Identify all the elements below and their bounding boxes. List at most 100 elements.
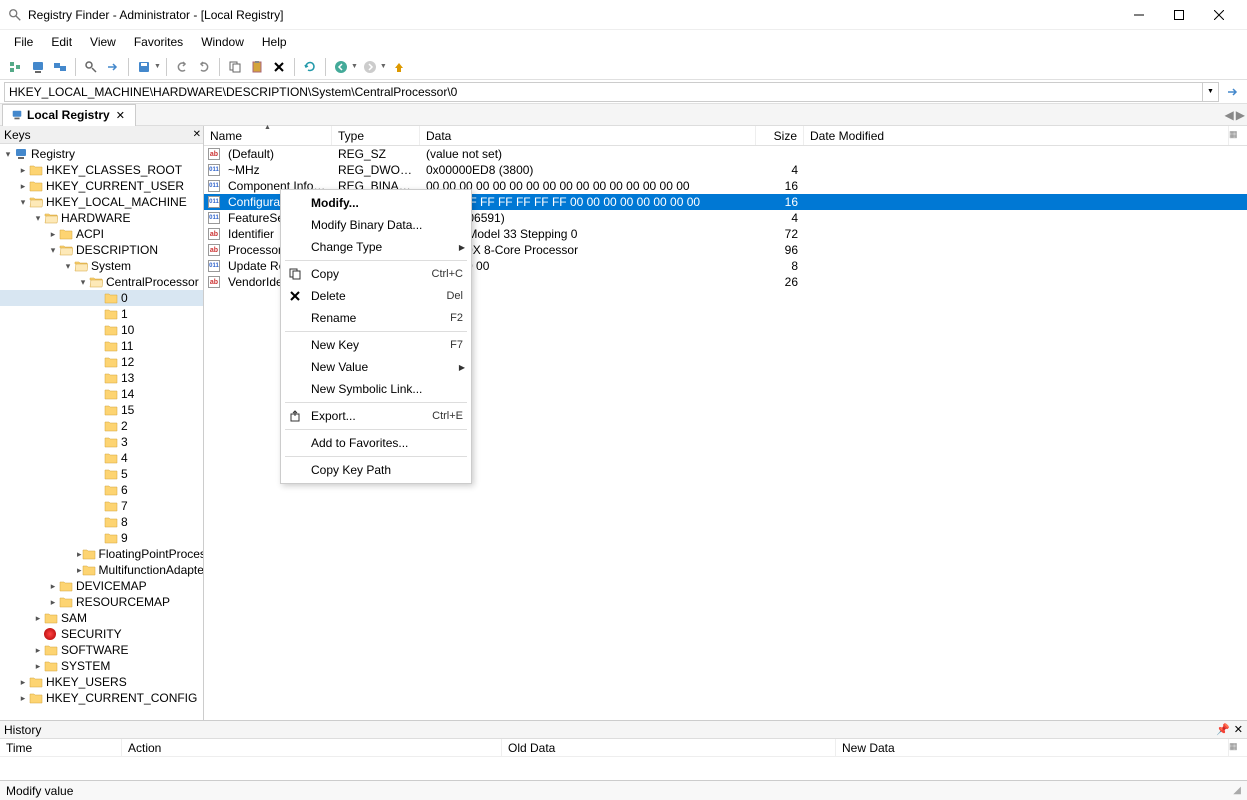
tree-node[interactable]: 12 — [0, 354, 203, 370]
chevron-icon[interactable]: ▸ — [32, 645, 44, 656]
tree-node-root[interactable]: ▾Registry — [0, 146, 203, 162]
menu-window[interactable]: Window — [193, 33, 252, 51]
tree-node[interactable]: ▸HKEY_USERS — [0, 674, 203, 690]
close-button[interactable] — [1199, 1, 1239, 29]
menu-item[interactable]: Modify... — [281, 192, 471, 214]
tree-node[interactable]: 13 — [0, 370, 203, 386]
tool-local-icon[interactable] — [28, 57, 48, 77]
col-data[interactable]: Data — [420, 126, 756, 145]
tree-node[interactable]: 4 — [0, 450, 203, 466]
resize-grip-icon[interactable]: ◢ — [1233, 785, 1241, 796]
tree-node[interactable]: 2 — [0, 418, 203, 434]
tree-node[interactable]: 9 — [0, 530, 203, 546]
menu-item[interactable]: New Value▶ — [281, 356, 471, 378]
tree-node[interactable]: ▸SYSTEM — [0, 658, 203, 674]
chevron-icon[interactable]: ▾ — [47, 245, 59, 256]
tool-paste-icon[interactable] — [247, 57, 267, 77]
col-type[interactable]: Type — [332, 126, 420, 145]
tab-close-icon[interactable]: ✕ — [114, 109, 127, 122]
chevron-icon[interactable]: ▸ — [47, 229, 59, 240]
menu-item[interactable]: Copy Key Path — [281, 459, 471, 481]
chevron-icon[interactable]: ▾ — [17, 197, 29, 208]
tool-find-icon[interactable] — [81, 57, 101, 77]
tree-node[interactable]: 3 — [0, 434, 203, 450]
registry-tree[interactable]: ▾Registry▸HKEY_CLASSES_ROOT▸HKEY_CURRENT… — [0, 144, 203, 720]
tool-undo-icon[interactable] — [172, 57, 192, 77]
tool-copy-icon[interactable] — [225, 57, 245, 77]
menu-item[interactable]: Add to Favorites... — [281, 432, 471, 454]
tool-refresh-icon[interactable] — [300, 57, 320, 77]
tree-node[interactable]: ▸HKEY_CLASSES_ROOT — [0, 162, 203, 178]
address-input[interactable] — [4, 82, 1203, 102]
chevron-icon[interactable]: ▸ — [32, 661, 44, 672]
history-view-toggle-icon[interactable]: ▦ — [1229, 741, 1243, 755]
value-row[interactable]: 011~MHzREG_DWORD0x00000ED8 (3800)4 — [204, 162, 1247, 178]
tree-node[interactable]: SECURITY — [0, 626, 203, 642]
tool-goto-icon[interactable] — [103, 57, 123, 77]
tree-node[interactable]: ▾DESCRIPTION — [0, 242, 203, 258]
tree-node[interactable]: ▸SAM — [0, 610, 203, 626]
menu-help[interactable]: Help — [254, 33, 295, 51]
view-toggle-icon[interactable]: ▦ — [1229, 129, 1243, 143]
tree-node[interactable]: 1 — [0, 306, 203, 322]
tool-remote-icon[interactable] — [50, 57, 70, 77]
tree-node[interactable]: 15 — [0, 402, 203, 418]
menu-file[interactable]: File — [6, 33, 41, 51]
tool-back-drop-icon[interactable]: ▼ — [351, 63, 358, 70]
chevron-icon[interactable]: ▾ — [77, 277, 89, 288]
tool-redo-icon[interactable] — [194, 57, 214, 77]
tool-up-icon[interactable] — [389, 57, 409, 77]
hcol-old[interactable]: Old Data — [502, 739, 836, 756]
tool-back-icon[interactable] — [331, 57, 351, 77]
chevron-icon[interactable]: ▸ — [17, 693, 29, 704]
menu-item[interactable]: Change Type▶ — [281, 236, 471, 258]
tab-next-icon[interactable]: ▶ — [1236, 108, 1245, 122]
tree-node[interactable]: 6 — [0, 482, 203, 498]
value-row[interactable]: ab(Default)REG_SZ(value not set) — [204, 146, 1247, 162]
tree-node[interactable]: ▸HKEY_CURRENT_USER — [0, 178, 203, 194]
menu-view[interactable]: View — [82, 33, 124, 51]
tree-node[interactable]: ▸MultifunctionAdapter — [0, 562, 203, 578]
col-size[interactable]: Size — [756, 126, 804, 145]
chevron-icon[interactable]: ▸ — [17, 677, 29, 688]
menu-item[interactable]: New Symbolic Link... — [281, 378, 471, 400]
tool-connect-icon[interactable] — [6, 57, 26, 77]
tree-node[interactable]: 14 — [0, 386, 203, 402]
tree-node[interactable]: ▸DEVICEMAP — [0, 578, 203, 594]
menu-edit[interactable]: Edit — [43, 33, 80, 51]
tool-fwd-drop-icon[interactable]: ▼ — [380, 63, 387, 70]
tree-node[interactable]: ▾HARDWARE — [0, 210, 203, 226]
hcol-new[interactable]: New Data — [836, 739, 1229, 756]
values-list[interactable]: ab(Default)REG_SZ(value not set)011~MHzR… — [204, 146, 1247, 720]
chevron-icon[interactable]: ▸ — [17, 181, 29, 192]
menu-item[interactable]: CopyCtrl+C — [281, 263, 471, 285]
tool-save-icon[interactable] — [134, 57, 154, 77]
tree-node[interactable]: ▸HKEY_CURRENT_CONFIG — [0, 690, 203, 706]
chevron-icon[interactable]: ▸ — [47, 597, 59, 608]
maximize-button[interactable] — [1159, 1, 1199, 29]
tree-node[interactable]: 0 — [0, 290, 203, 306]
tree-node[interactable]: ▸RESOURCEMAP — [0, 594, 203, 610]
address-dropdown-icon[interactable]: ▼ — [1203, 82, 1219, 102]
tree-node[interactable]: ▸FloatingPointProcessor — [0, 546, 203, 562]
tree-node[interactable]: 8 — [0, 514, 203, 530]
tree-node[interactable]: ▸ACPI — [0, 226, 203, 242]
tree-node[interactable]: 10 — [0, 322, 203, 338]
chevron-icon[interactable]: ▸ — [47, 581, 59, 592]
tree-node[interactable]: 7 — [0, 498, 203, 514]
menu-item[interactable]: RenameF2 — [281, 307, 471, 329]
tool-delete-icon[interactable] — [269, 57, 289, 77]
tab-prev-icon[interactable]: ◀ — [1225, 108, 1234, 122]
tree-node[interactable]: ▸SOFTWARE — [0, 642, 203, 658]
col-name[interactable]: Name ▲ — [204, 126, 332, 145]
chevron-icon[interactable]: ▸ — [17, 165, 29, 176]
hcol-time[interactable]: Time — [0, 739, 122, 756]
tree-node[interactable]: ▾System — [0, 258, 203, 274]
chevron-icon[interactable]: ▾ — [32, 213, 44, 224]
hcol-action[interactable]: Action — [122, 739, 502, 756]
tab-local-registry[interactable]: Local Registry ✕ — [2, 104, 136, 126]
tree-node[interactable]: ▾HKEY_LOCAL_MACHINE — [0, 194, 203, 210]
menu-item[interactable]: New KeyF7 — [281, 334, 471, 356]
menu-item[interactable]: Modify Binary Data... — [281, 214, 471, 236]
tree-node[interactable]: 11 — [0, 338, 203, 354]
